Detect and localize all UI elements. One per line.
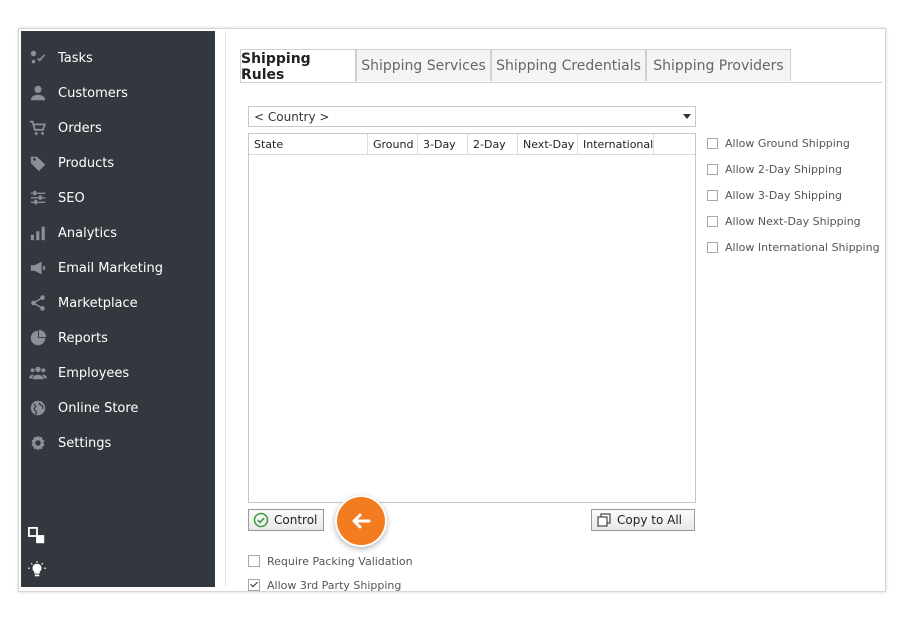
tab-shipping-credentials[interactable]: Shipping Credentials [491,49,646,81]
sidebar-item-label: Tasks [58,50,93,66]
tab-bar-line [240,82,882,83]
copy-icon [597,513,611,527]
tag-icon [28,153,48,173]
sidebar-item-label: Products [58,155,115,171]
column-header-state[interactable]: State [249,134,368,154]
control-button-label: Control [274,513,318,527]
sidebar-item-label: Settings [58,435,112,451]
sidebar-item-seo[interactable]: SEO [21,181,215,215]
checkbox-label: Allow International Shipping [725,240,880,254]
checkbox-box[interactable] [707,215,718,227]
checkbox-box[interactable] [248,579,260,591]
country-select[interactable]: < Country > [248,106,696,127]
control-button[interactable]: Control [248,509,324,531]
copy-to-all-button-label: Copy to All [617,513,682,527]
column-header-3-day[interactable]: 3-Day [418,134,468,154]
app-window: Tasks Customers Orders Products SEO Anal… [18,28,886,592]
share-icon [28,293,48,313]
tab-shipping-rules[interactable]: Shipping Rules [240,49,356,83]
column-header-2-day[interactable]: 2-Day [468,134,518,154]
allow-international-shipping-checkbox[interactable]: Allow International Shipping [707,239,880,255]
checkbox-label: Require Packing Validation [267,554,413,568]
checkbox-box[interactable] [707,241,718,253]
allow-next-day-shipping-checkbox[interactable]: Allow Next-Day Shipping [707,213,861,229]
allow-3-day-shipping-checkbox[interactable]: Allow 3-Day Shipping [707,187,842,203]
sidebar-item-employees[interactable]: Employees [21,356,215,390]
sidebar-item-label: Marketplace [58,295,138,311]
sidebar-item-analytics[interactable]: Analytics [21,216,215,250]
tab-label: Shipping Rules [241,50,311,83]
user-icon [28,83,48,103]
sidebar-item-orders[interactable]: Orders [21,111,215,145]
arrow-left-badge [335,495,387,547]
require-packing-validation-checkbox[interactable]: Require Packing Validation [248,553,413,569]
allow-3rd-party-shipping-checkbox[interactable]: Allow 3rd Party Shipping [248,577,402,592]
globe-icon [28,398,48,418]
sidebar: Tasks Customers Orders Products SEO Anal… [21,31,215,587]
sidebar-item-customers[interactable]: Customers [21,76,215,110]
tab-label: Shipping Providers [653,57,784,74]
checkbox-label: Allow 3rd Party Shipping [267,578,402,592]
checkbox-box[interactable] [707,189,718,201]
sidebar-item-label: SEO [58,190,85,206]
content-divider [225,31,226,587]
sidebar-item-products[interactable]: Products [21,146,215,180]
sidebar-item-settings[interactable]: Settings [21,426,215,460]
checkbox-label: Allow Next-Day Shipping [725,214,861,228]
arrow-left-icon [352,513,371,529]
sliders-icon [28,188,48,208]
checkbox-box[interactable] [248,555,260,567]
checkbox-label: Allow Ground Shipping [725,136,850,150]
tab-shipping-services[interactable]: Shipping Services [356,49,491,81]
tasks-icon [28,48,48,68]
shipping-rules-grid[interactable]: State Ground 3-Day 2-Day Next-Day Intern… [248,133,696,503]
allow-2-day-shipping-checkbox[interactable]: Allow 2-Day Shipping [707,161,842,177]
sidebar-item-label: Analytics [58,225,118,241]
column-header-ground[interactable]: Ground [368,134,418,154]
sidebar-item-online-store[interactable]: Online Store [21,391,215,425]
group-icon [28,363,48,383]
sidebar-item-label: Orders [58,120,102,136]
country-select-value: < Country > [254,109,330,124]
sidebar-item-marketplace[interactable]: Marketplace [21,286,215,320]
pie-chart-icon [28,328,48,348]
sidebar-item-reports[interactable]: Reports [21,321,215,355]
checkbox-label: Allow 3-Day Shipping [725,188,843,202]
sidebar-item-label: Employees [58,365,130,381]
bar-chart-icon [28,223,48,243]
cart-icon [28,118,48,138]
lightbulb-icon[interactable] [28,561,48,581]
tab-label: Shipping Services [361,57,486,74]
sidebar-item-label: Customers [58,85,128,101]
check-circle-icon [253,512,269,528]
column-header-next-day[interactable]: Next-Day [518,134,578,154]
sidebar-item-email-marketing[interactable]: Email Marketing [21,251,215,285]
sidebar-item-label: Reports [58,330,108,346]
checkbox-box[interactable] [707,137,718,149]
gear-icon [28,433,48,453]
copy-to-all-button[interactable]: Copy to All [591,509,695,531]
sidebar-item-label: Online Store [58,400,139,416]
checkbox-box[interactable] [707,163,718,175]
megaphone-icon [28,258,48,278]
tab-label: Shipping Credentials [496,57,641,74]
sidebar-item-label: Email Marketing [58,260,163,276]
grid-header: State Ground 3-Day 2-Day Next-Day Intern… [249,134,695,155]
windows-icon[interactable] [28,527,48,547]
checkbox-label: Allow 2-Day Shipping [725,162,843,176]
chevron-down-icon [683,114,691,119]
allow-ground-shipping-checkbox[interactable]: Allow Ground Shipping [707,135,850,151]
tab-shipping-providers[interactable]: Shipping Providers [646,49,791,81]
column-header-international[interactable]: International [578,134,654,154]
sidebar-item-tasks[interactable]: Tasks [21,41,215,75]
